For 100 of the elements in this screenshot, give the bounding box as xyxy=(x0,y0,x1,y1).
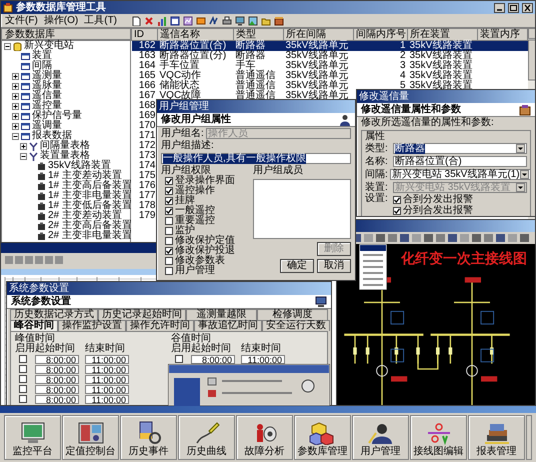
checkbox[interactable] xyxy=(19,355,27,363)
menu-item[interactable]: 操作(O) xyxy=(44,16,78,26)
time-field[interactable]: 8:00:00 xyxy=(35,364,79,374)
time-field[interactable]: 11:00:00 xyxy=(85,394,129,404)
bar-chart-icon[interactable] xyxy=(157,16,167,26)
checkbox[interactable] xyxy=(165,237,173,245)
tab[interactable]: 检修调度 xyxy=(257,309,328,320)
column-header[interactable]: 所在间隔 xyxy=(284,28,354,40)
tree-item[interactable]: 1# 主变非电量装置 xyxy=(48,191,132,201)
box-icon[interactable] xyxy=(196,16,206,26)
tab[interactable]: 历史数据记录方式 xyxy=(10,309,98,320)
launcher-button[interactable]: 历史事件 xyxy=(120,415,177,460)
checkbox[interactable] xyxy=(165,187,173,195)
time-field[interactable]: 8:00:00 xyxy=(35,394,79,404)
input-field[interactable]: 断路器位置(合) xyxy=(393,156,527,167)
monitor-icon[interactable] xyxy=(235,16,245,26)
tree-item[interactable]: 35kV线路装置 xyxy=(48,161,111,171)
input-field[interactable]: 一般操作人员,具有一般操作权限 xyxy=(161,153,351,164)
dropdown-field[interactable]: 新兴变电站 35kV线路单元(1) xyxy=(390,169,531,180)
tree-item[interactable]: 遥控量 xyxy=(32,101,62,111)
tab[interactable]: 遥测量越限 xyxy=(186,309,257,320)
tab[interactable]: 安全运行天数 xyxy=(262,320,330,331)
tab[interactable]: 操作允许时间 xyxy=(126,320,194,331)
launcher-button[interactable]: 接线图编辑 xyxy=(410,415,467,460)
checkbox[interactable] xyxy=(165,197,173,205)
checkbox[interactable] xyxy=(19,385,27,393)
cancel-button[interactable]: 取消 xyxy=(317,259,351,273)
checkbox[interactable] xyxy=(393,206,401,214)
checkbox[interactable] xyxy=(165,267,173,275)
tree-item[interactable]: 新兴变电站 xyxy=(24,41,74,51)
time-field[interactable]: 8:00:00 xyxy=(191,354,235,364)
expand-icon[interactable] xyxy=(12,92,19,100)
tree-item[interactable]: 2# 主变差动装置 xyxy=(48,211,122,221)
tab[interactable]: 峰谷时间 xyxy=(10,320,58,331)
delete-icon[interactable] xyxy=(144,16,154,26)
printer-icon[interactable] xyxy=(222,16,232,26)
launcher-button[interactable]: 定值控制台 xyxy=(62,415,119,460)
chart-icon[interactable] xyxy=(183,16,193,26)
launcher-button[interactable]: 故障分析 xyxy=(236,415,293,460)
tree-item[interactable]: 2# 主变非电量装置 xyxy=(48,231,132,241)
collapse-icon[interactable] xyxy=(20,152,27,160)
menu-item[interactable]: 文件(F) xyxy=(5,16,38,26)
table-row[interactable]: 162 断路器位置(合) 断路器 35kV线路单元 1 35kV线路装置 xyxy=(132,40,528,51)
menu-item[interactable]: 工具(T) xyxy=(84,16,118,26)
tab[interactable]: 操作监护设置 xyxy=(58,320,126,331)
dropdown-field[interactable]: 断路器 xyxy=(393,143,527,154)
expand-icon[interactable] xyxy=(12,112,19,120)
time-field[interactable]: 11:00:00 xyxy=(241,354,285,364)
tab[interactable]: 历史记录起始时间 xyxy=(98,309,186,320)
table-row[interactable]: 163 断路器位置(分) 断路器 35kV线路单元 2 35kV线路装置 xyxy=(132,51,528,61)
tree-item[interactable]: 装置 xyxy=(32,51,52,61)
expand-icon[interactable] xyxy=(20,142,27,150)
tree-item[interactable]: 保护信号量 xyxy=(32,111,82,121)
time-field[interactable]: 11:00:00 xyxy=(85,354,129,364)
launcher-button[interactable]: 参数库管理 xyxy=(294,415,351,460)
image-icon[interactable] xyxy=(248,16,258,26)
expand-icon[interactable] xyxy=(12,102,19,110)
tab[interactable]: 事故追忆时间 xyxy=(194,320,262,331)
expand-icon[interactable] xyxy=(12,122,19,130)
checkbox[interactable] xyxy=(165,257,173,265)
time-field[interactable]: 8:00:00 xyxy=(35,374,79,384)
column-header[interactable]: ID xyxy=(132,28,158,40)
checkbox[interactable] xyxy=(165,177,173,185)
checkbox[interactable] xyxy=(19,365,27,373)
checkbox[interactable] xyxy=(165,217,173,225)
tree-item[interactable]: 间隔 xyxy=(32,61,52,71)
tree-item[interactable]: 报表数据 xyxy=(32,131,72,141)
tree-item[interactable]: 遥测量 xyxy=(32,71,62,81)
tree-item[interactable]: 1# 主变差动装置 xyxy=(48,171,122,181)
tree-item[interactable]: 1# 主变低后备装置 xyxy=(48,201,132,211)
time-field[interactable]: 8:00:00 xyxy=(35,354,79,364)
checkbox[interactable] xyxy=(165,227,173,235)
tree-item[interactable]: 1# 主变高后备装置 xyxy=(48,181,132,191)
tree-item[interactable]: 装置量表格 xyxy=(40,151,90,161)
checkbox[interactable] xyxy=(175,355,183,363)
time-field[interactable]: 11:00:00 xyxy=(85,364,129,374)
expand-icon[interactable] xyxy=(12,82,19,90)
column-header[interactable]: 遥信名称 xyxy=(158,28,234,40)
column-header[interactable]: 所在装置 xyxy=(408,28,478,40)
tree-item[interactable]: 遥调量 xyxy=(32,121,62,131)
launcher-button[interactable]: 用户管理 xyxy=(352,415,409,460)
time-field[interactable]: 11:00:00 xyxy=(85,374,129,384)
package-icon[interactable] xyxy=(274,16,284,26)
launcher-button[interactable]: 报表管理 xyxy=(468,415,525,460)
launcher-button[interactable]: 历史曲线 xyxy=(178,415,235,460)
time-field[interactable]: 8:00:00 xyxy=(35,384,79,394)
window-icon[interactable] xyxy=(170,16,180,26)
member-list[interactable] xyxy=(253,179,351,239)
tree-item[interactable]: 2# 主变高后备装置 xyxy=(48,221,132,231)
collapse-icon[interactable] xyxy=(4,42,11,50)
tree-item[interactable]: 遥信量 xyxy=(32,91,62,101)
checkbox[interactable] xyxy=(393,196,401,204)
tree-item[interactable]: 间隔量表格 xyxy=(40,141,90,151)
checkbox[interactable] xyxy=(19,375,27,383)
column-header[interactable]: 间隔内序号 xyxy=(354,28,408,40)
ok-button[interactable]: 确定 xyxy=(280,259,314,273)
launcher-button[interactable]: 监控平台 xyxy=(4,415,61,460)
time-field[interactable]: 11:00:00 xyxy=(85,384,129,394)
checkbox[interactable] xyxy=(165,247,173,255)
checkbox[interactable] xyxy=(165,207,173,215)
